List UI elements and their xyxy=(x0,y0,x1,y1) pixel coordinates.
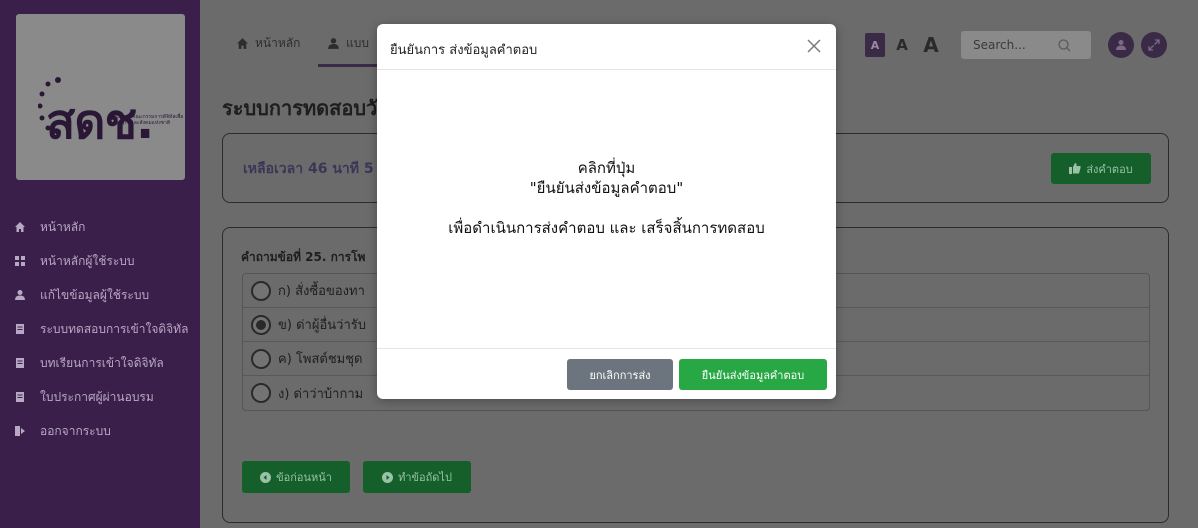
grid-icon xyxy=(15,256,25,266)
fullscreen-button[interactable] xyxy=(1141,32,1167,58)
font-size-small-button[interactable]: A xyxy=(865,33,885,57)
user-icon xyxy=(1116,40,1126,50)
sidebar-item-edit-profile[interactable]: แก้ไขข้อมูลผู้ใช้ระบบ xyxy=(0,278,200,312)
previous-question-label: ข้อก่อนหน้า xyxy=(276,471,332,484)
font-size-large-button[interactable]: A xyxy=(918,33,944,57)
radio-button[interactable] xyxy=(251,383,271,403)
profile-button[interactable] xyxy=(1108,32,1134,58)
user-icon xyxy=(328,38,339,49)
sidebar-item-label: ระบบทดสอบการเข้าใจดิจิทัล xyxy=(40,321,189,336)
topbar-home-label: หน้าหลัก xyxy=(255,36,301,50)
logout-icon xyxy=(15,426,25,436)
next-question-label: ทำข้อถัดไป xyxy=(398,471,452,484)
home-icon xyxy=(237,38,248,49)
modal-footer: ยกเลิกการส่ง ยืนยันส่งข้อมูลคำตอบ xyxy=(377,348,836,399)
logo-subtext: สำนักงานคณะกรรมการดิจิทัลเพื่อเศรษฐกิจแล… xyxy=(111,114,184,126)
radio-selected-dot xyxy=(256,319,266,330)
sidebar-item-label: ออกจากระบบ xyxy=(40,423,111,438)
arrow-right-circle-icon xyxy=(382,471,394,483)
previous-question-button[interactable]: ข้อก่อนหน้า xyxy=(242,461,350,493)
cancel-submit-button[interactable]: ยกเลิกการส่ง xyxy=(567,359,673,390)
submit-answer-button[interactable]: ส่งคำตอบ xyxy=(1051,153,1151,184)
topbar-user-link[interactable]: แบบ xyxy=(327,34,369,53)
document-icon xyxy=(16,392,24,402)
sidebar-item-user-home[interactable]: หน้าหลักผู้ใช้ระบบ xyxy=(0,244,200,278)
modal-instruction-line2: "ยืนยันส่งข้อมูลคำตอบ" xyxy=(529,179,684,197)
topbar-user-label: แบบ xyxy=(346,36,369,50)
next-question-button[interactable]: ทำข้อถัดไป xyxy=(363,461,471,493)
sidebar-item-certificate[interactable]: ใบประกาศผู้ผ่านอบรม xyxy=(0,380,200,414)
topbar-home-link[interactable]: หน้าหลัก xyxy=(236,34,300,53)
radio-button[interactable] xyxy=(251,314,271,335)
answer-option-label: ค) โพสต์ชมชุด xyxy=(278,352,363,367)
document-icon xyxy=(16,324,24,334)
arrow-left-circle-icon xyxy=(260,471,272,483)
document-icon xyxy=(16,358,24,368)
confirm-submit-button[interactable]: ยืนยันส่งข้อมูลคำตอบ xyxy=(679,359,827,390)
radio-button[interactable] xyxy=(251,280,271,301)
font-size-medium-button[interactable]: A xyxy=(892,33,912,57)
question-text: คำถามข้อที่ 25. การโพ xyxy=(241,250,366,264)
sidebar-item-label: บทเรียนการเข้าใจดิจิทัล xyxy=(40,355,164,370)
home-icon xyxy=(15,222,25,232)
page-title: ระบบการทดสอบวั xyxy=(222,96,378,120)
modal-instruction-line3: เพื่อดำเนินการส่งคำตอบ และ เสร็จสิ้นการท… xyxy=(448,219,765,237)
expand-icon xyxy=(1148,39,1160,51)
sidebar-item-home[interactable]: หน้าหลัก xyxy=(0,210,200,244)
thumbs-up-icon xyxy=(1069,163,1081,174)
active-tab-underline xyxy=(318,64,380,67)
search-icon[interactable] xyxy=(1058,39,1071,52)
answer-option-label: ข) ด่าผู้อื่นว่ารับ xyxy=(278,318,366,333)
sidebar-item-label: หน้าหลัก xyxy=(40,219,86,234)
answer-option-label: ก) สั่งซื้อของทา xyxy=(278,284,365,299)
answer-option-label: ง) ด่าว่าบ้ากาม xyxy=(278,386,364,402)
sidebar-item-test-system[interactable]: ระบบทดสอบการเข้าใจดิจิทัล xyxy=(0,312,200,346)
sidebar-item-label: แก้ไขข้อมูลผู้ใช้ระบบ xyxy=(40,287,150,302)
sidebar-item-label: หน้าหลักผู้ใช้ระบบ xyxy=(40,253,135,268)
sidebar-nav: หน้าหลัก หน้าหลักผู้ใช้ระบบ แก้ไขข้อมูลผ… xyxy=(0,210,200,448)
sidebar: สดช. สำนักงานคณะกรรมการดิจิทัลเพื่อเศรษฐ… xyxy=(0,0,200,528)
close-icon xyxy=(807,39,821,52)
modal-body: คลิกที่ปุ่ม "ยืนยันส่งข้อมูลคำตอบ" เพื่อ… xyxy=(377,70,836,348)
modal-title: ยืนยันการ ส่งข้อมูลคำตอบ xyxy=(390,43,538,58)
timer-text: เหลือเวลา 46 นาที 5 xyxy=(243,161,374,177)
modal-header: ยืนยันการ ส่งข้อมูลคำตอบ xyxy=(377,24,836,70)
logo[interactable]: สดช. สำนักงานคณะกรรมการดิจิทัลเพื่อเศรษฐ… xyxy=(16,14,185,180)
sidebar-item-label: ใบประกาศผู้ผ่านอบรม xyxy=(40,389,154,404)
user-icon xyxy=(15,290,25,300)
modal-close-button[interactable] xyxy=(804,37,824,57)
sidebar-item-logout[interactable]: ออกจากระบบ xyxy=(0,414,200,448)
radio-button[interactable] xyxy=(251,348,271,369)
submit-answer-label: ส่งคำตอบ xyxy=(1086,162,1133,176)
search-input[interactable] xyxy=(961,31,1091,59)
confirm-submit-modal: ยืนยันการ ส่งข้อมูลคำตอบ คลิกที่ปุ่ม "ยื… xyxy=(377,24,836,399)
sidebar-item-lessons[interactable]: บทเรียนการเข้าใจดิจิทัล xyxy=(0,346,200,380)
